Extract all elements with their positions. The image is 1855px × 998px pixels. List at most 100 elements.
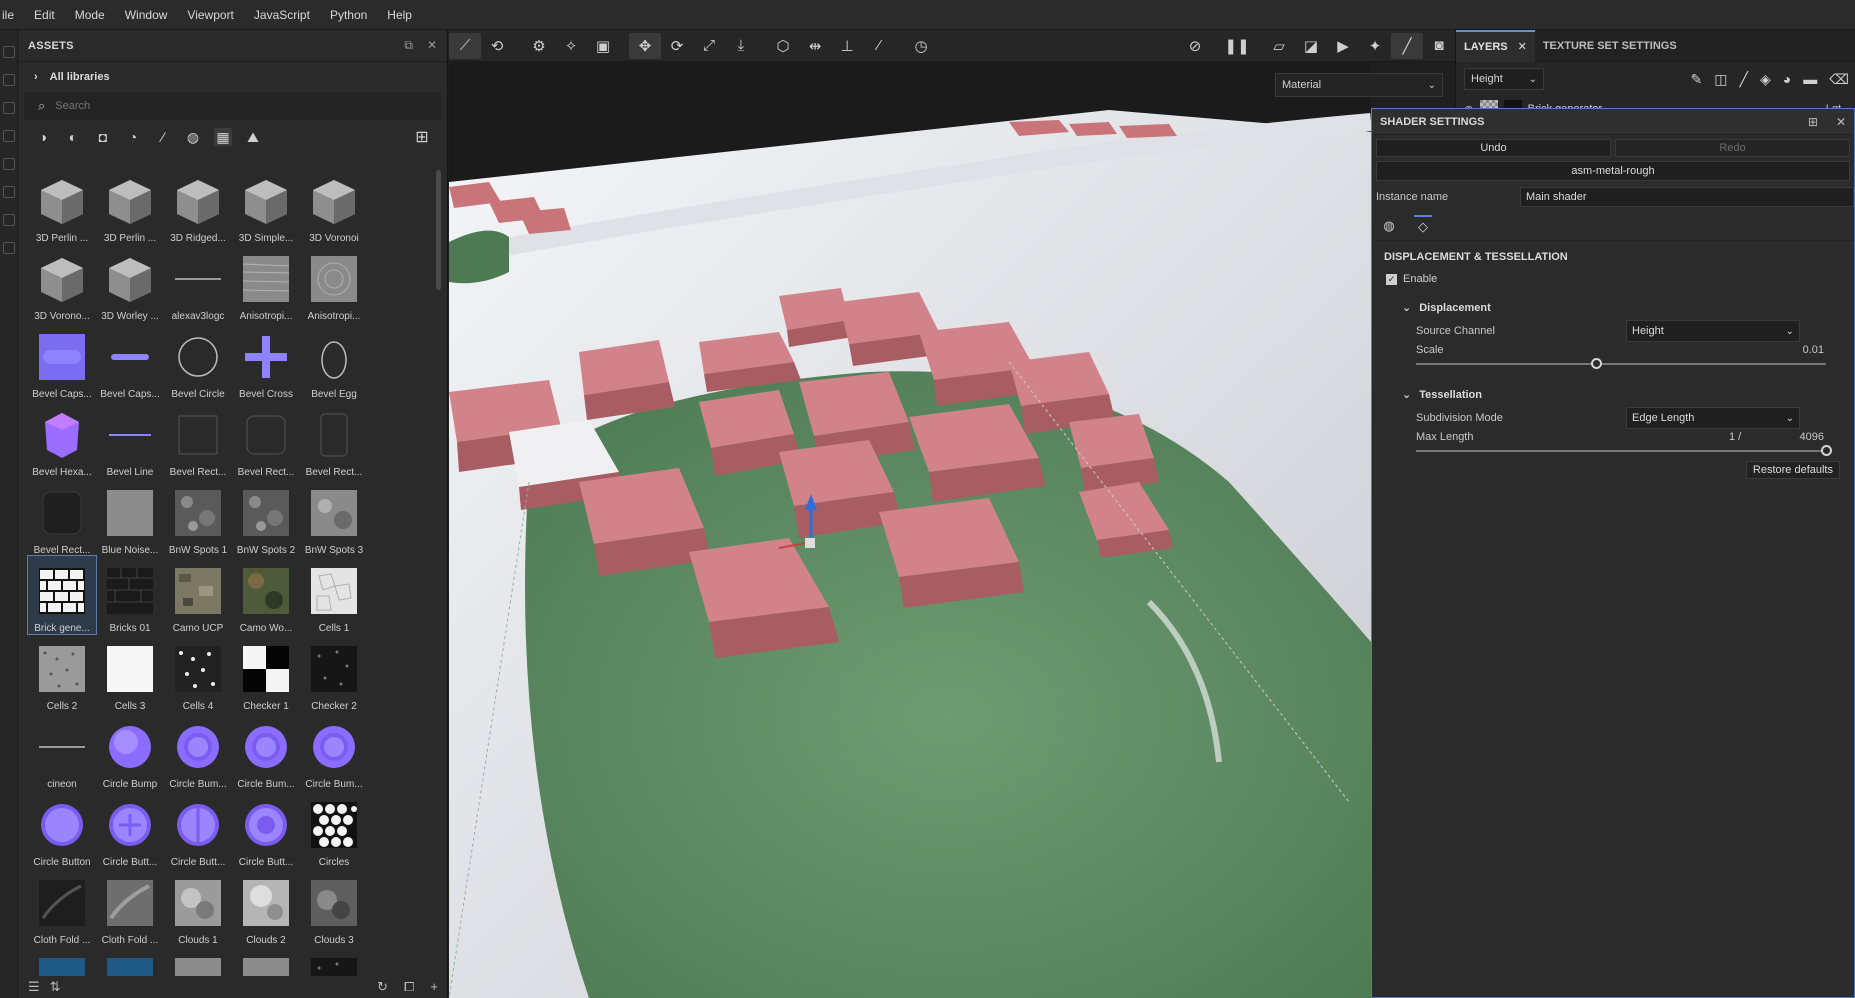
asset-tile[interactable]: Anisotropi... bbox=[232, 244, 300, 322]
asset-tile[interactable]: Camo Wo... bbox=[232, 556, 300, 634]
asset-tile[interactable] bbox=[28, 946, 96, 976]
material-picker-icon[interactable] bbox=[3, 214, 15, 226]
add-icon[interactable]: + bbox=[430, 979, 438, 995]
menu-file[interactable]: ile bbox=[0, 8, 24, 22]
asset-tile[interactable]: cineon bbox=[28, 712, 96, 790]
asset-tile[interactable]: Circle Butt... bbox=[164, 790, 232, 868]
scale-slider-track[interactable] bbox=[1416, 363, 1826, 365]
asset-tile[interactable]: Circle Butt... bbox=[232, 790, 300, 868]
asset-tile[interactable]: 3D Simple... bbox=[232, 166, 300, 244]
asset-tile[interactable]: Circle Bump bbox=[96, 712, 164, 790]
close-icon[interactable]: ✕ bbox=[427, 38, 437, 53]
redo-button[interactable]: Redo bbox=[1615, 139, 1850, 157]
displacement-group-header[interactable]: ⌄ Displacement bbox=[1402, 301, 1854, 315]
asset-tile[interactable]: Circles bbox=[300, 790, 368, 868]
add-effect-icon[interactable]: ✎ bbox=[1691, 71, 1703, 88]
asset-tile[interactable]: Circle Button bbox=[28, 790, 96, 868]
displacement-tab-icon[interactable]: ◇ bbox=[1414, 214, 1432, 237]
asset-tile[interactable]: Circle Bum... bbox=[232, 712, 300, 790]
asset-tile[interactable]: Bevel Rect... bbox=[28, 478, 96, 556]
instance-name-field[interactable] bbox=[1520, 187, 1854, 207]
max-length-slider-track[interactable] bbox=[1416, 450, 1826, 452]
asset-tile[interactable]: BnW Spots 1 bbox=[164, 478, 232, 556]
asset-tile[interactable]: Cloth Fold ... bbox=[28, 868, 96, 946]
refresh-icon[interactable]: ↻ bbox=[377, 979, 388, 995]
scale-value[interactable]: 0.01 bbox=[1803, 344, 1824, 356]
projection-tool-icon[interactable] bbox=[3, 102, 15, 114]
asset-tile[interactable]: Camo UCP bbox=[164, 556, 232, 634]
menu-window[interactable]: Window bbox=[115, 8, 178, 22]
asset-tile[interactable]: 3D Vorono... bbox=[28, 244, 96, 322]
close-icon[interactable]: ✕ bbox=[1836, 115, 1846, 129]
eraser-tool-icon[interactable] bbox=[3, 74, 15, 86]
asset-tile[interactable]: Cells 2 bbox=[28, 634, 96, 712]
tab-layers[interactable]: LAYERS ✕ bbox=[1456, 29, 1535, 62]
subdivision-mode-select[interactable]: Edge Length ⌄ bbox=[1626, 407, 1800, 429]
symmetry-icon[interactable]: ⟲ bbox=[481, 33, 513, 59]
asset-tile[interactable]: alexav3logc bbox=[164, 244, 232, 322]
max-length-value[interactable]: 4096 bbox=[1800, 431, 1824, 443]
tab-texture-set-settings[interactable]: TEXTURE SET SETTINGS bbox=[1535, 30, 1685, 62]
asset-tile[interactable]: 3D Voronoi bbox=[300, 166, 368, 244]
materials-filter-icon[interactable]: ◑ bbox=[34, 128, 52, 146]
bake-tool-icon[interactable] bbox=[3, 242, 15, 254]
asset-tile[interactable]: Circle Bum... bbox=[164, 712, 232, 790]
scale-icon[interactable]: ⤢ bbox=[693, 33, 725, 59]
list-view-icon[interactable]: ☰ bbox=[28, 979, 40, 995]
close-icon[interactable]: ✕ bbox=[1518, 40, 1527, 53]
object-icon[interactable]: ⬡ bbox=[767, 33, 799, 59]
geometry-mask-icon[interactable] bbox=[3, 130, 15, 142]
asset-tile[interactable]: 3D Perlin ... bbox=[28, 166, 96, 244]
asset-tile[interactable]: 3D Perlin ... bbox=[96, 166, 164, 244]
camera-video-icon[interactable]: ▶ bbox=[1327, 33, 1359, 59]
scale-slider-handle[interactable] bbox=[1591, 358, 1603, 369]
textures-filter-icon[interactable]: ▦ bbox=[214, 128, 232, 146]
max-length-slider-handle[interactable] bbox=[1821, 445, 1832, 456]
asset-tile[interactable] bbox=[300, 946, 368, 976]
paint-tool-icon[interactable] bbox=[3, 46, 15, 58]
slash-icon[interactable]: ⁄ bbox=[863, 33, 895, 59]
grid-view-icon[interactable]: ⊞ bbox=[413, 128, 431, 146]
viewport-mode-select[interactable]: Material ⌄ bbox=[1275, 73, 1443, 97]
asset-tile[interactable] bbox=[164, 946, 232, 976]
sort-icon[interactable]: ⇅ bbox=[50, 979, 61, 995]
add-smart-material-icon[interactable]: ◕ bbox=[1783, 71, 1791, 88]
menu-help[interactable]: Help bbox=[377, 8, 422, 22]
menu-javascript[interactable]: JavaScript bbox=[244, 8, 320, 22]
undo-button[interactable]: Undo bbox=[1376, 139, 1611, 157]
asset-tile[interactable]: Bricks 01 bbox=[96, 556, 164, 634]
dock-icon[interactable]: ⊞ bbox=[1808, 115, 1818, 129]
asset-tile[interactable]: Clouds 3 bbox=[300, 868, 368, 946]
asset-tile[interactable]: Circle Butt... bbox=[96, 790, 164, 868]
menu-viewport[interactable]: Viewport bbox=[177, 8, 243, 22]
frame-icon[interactable]: ▱ bbox=[1263, 33, 1295, 59]
asset-tile[interactable]: Cells 3 bbox=[96, 634, 164, 712]
asset-tile[interactable]: Bevel Egg bbox=[300, 322, 368, 400]
smudge-tool-icon[interactable] bbox=[3, 158, 15, 170]
asset-tile[interactable]: Bevel Rect... bbox=[300, 400, 368, 478]
brushes-filter-icon[interactable]: ∕ bbox=[154, 128, 172, 146]
light-icon[interactable]: ✦ bbox=[1359, 33, 1391, 59]
asset-tile[interactable]: Checker 2 bbox=[300, 634, 368, 712]
library-selector[interactable]: › All libraries bbox=[18, 62, 447, 92]
mask-icon[interactable]: ▣ bbox=[587, 33, 619, 59]
asset-tile[interactable]: Circle Bum... bbox=[300, 712, 368, 790]
align-icon[interactable]: ⊥ bbox=[831, 33, 863, 59]
asset-tile[interactable]: 3D Worley ... bbox=[96, 244, 164, 322]
cube-view-icon[interactable]: ◪ bbox=[1295, 33, 1327, 59]
enable-checkbox[interactable]: ✓ bbox=[1386, 273, 1397, 285]
masks-filter-icon[interactable]: ◘ bbox=[94, 128, 112, 146]
generators-filter-icon[interactable]: ◔ bbox=[124, 128, 142, 146]
asset-tile[interactable]: Anisotropi... bbox=[300, 244, 368, 322]
menu-edit[interactable]: Edit bbox=[24, 8, 65, 22]
asset-tile[interactable]: Bevel Hexa... bbox=[28, 400, 96, 478]
undock-icon[interactable]: ⧉ bbox=[404, 38, 413, 53]
snap-icon[interactable]: ⤓ bbox=[725, 33, 757, 59]
clone-tool-icon[interactable] bbox=[3, 186, 15, 198]
assets-scrollbar[interactable] bbox=[436, 170, 441, 290]
brush-icon[interactable]: ╱ bbox=[1391, 32, 1423, 59]
asset-tile[interactable]: Checker 1 bbox=[232, 634, 300, 712]
asset-tile[interactable]: Bevel Rect... bbox=[232, 400, 300, 478]
asset-tile[interactable]: 3D Ridged... bbox=[164, 166, 232, 244]
pause-icon[interactable]: ❚❚ bbox=[1221, 33, 1253, 59]
